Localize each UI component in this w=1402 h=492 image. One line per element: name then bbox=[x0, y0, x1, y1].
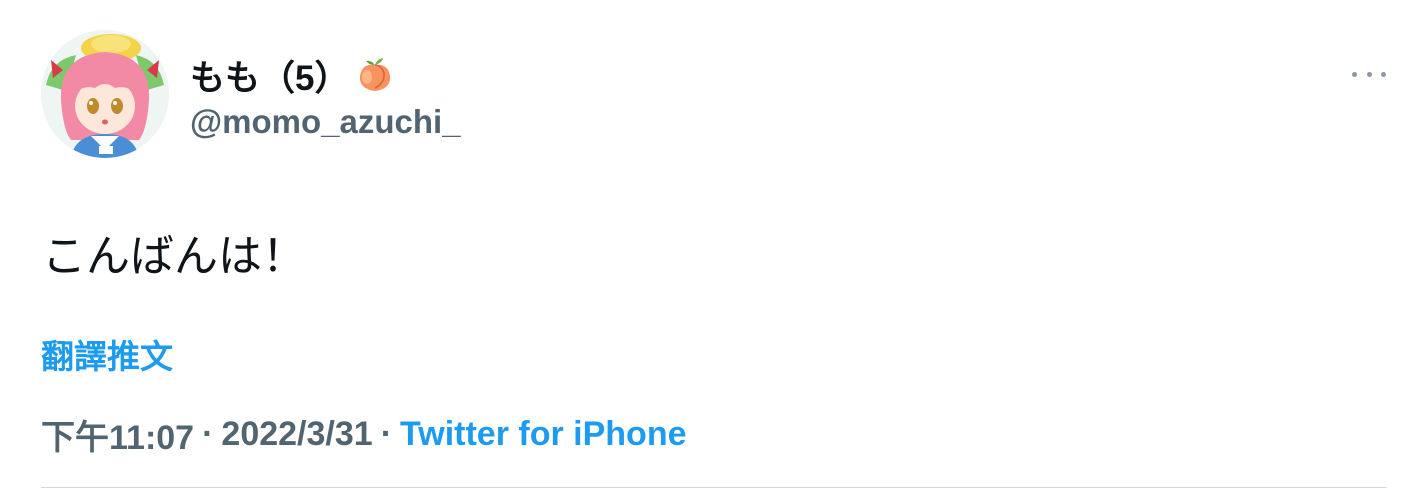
display-name[interactable]: もも（5） bbox=[190, 52, 395, 98]
tweet-source-link[interactable]: Twitter for iPhone bbox=[400, 415, 686, 454]
peach-emoji-icon bbox=[355, 55, 395, 95]
tweet-card: もも（5） @momo_azuchi_ こんばんは！ 翻譯推文 下午11:07 … bbox=[0, 0, 1402, 492]
display-name-text: もも（5） bbox=[190, 58, 350, 98]
divider bbox=[41, 487, 1387, 488]
tweet-date[interactable]: 2022/3/31 bbox=[221, 415, 372, 454]
meta-separator: · bbox=[380, 415, 393, 453]
tweet-text: こんばんは！ bbox=[42, 232, 306, 281]
avatar-illustration bbox=[41, 30, 169, 158]
meta-separator: · bbox=[202, 415, 214, 453]
tweet-time[interactable]: 下午11:07 bbox=[41, 410, 194, 459]
translate-tweet-link[interactable]: 翻譯推文 bbox=[41, 330, 173, 378]
more-options-icon[interactable] bbox=[1352, 62, 1386, 86]
user-handle[interactable]: @momo_azuchi_ bbox=[190, 103, 461, 141]
tweet-metadata: 下午11:07 · 2022/3/31 · Twitter for iPhone bbox=[41, 410, 687, 459]
avatar[interactable] bbox=[41, 30, 169, 158]
more-dot bbox=[1366, 71, 1372, 77]
more-dot bbox=[1352, 71, 1357, 77]
more-dot bbox=[1381, 71, 1386, 77]
